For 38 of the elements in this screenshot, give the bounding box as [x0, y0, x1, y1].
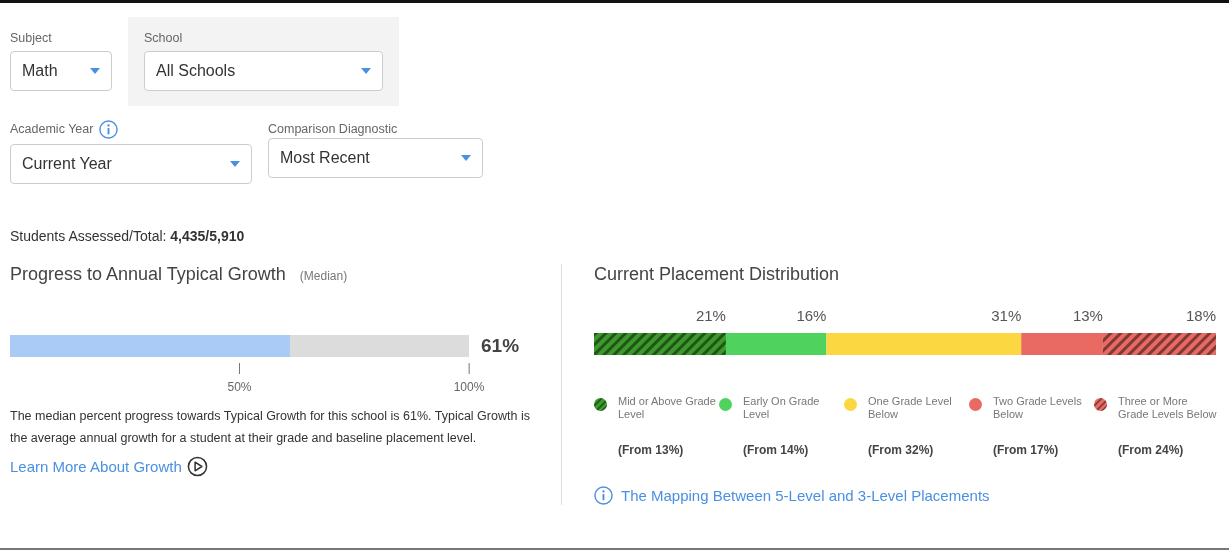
- percent-label: 31%: [991, 307, 1022, 324]
- field-label: Comparison Diagnostic: [268, 122, 398, 136]
- play-icon: [186, 456, 208, 477]
- legend-from-value: (From 32%): [868, 443, 935, 457]
- legend-label: One Grade Level Below: [868, 395, 953, 421]
- percent-label: 18%: [1185, 307, 1216, 324]
- caret-icon: [90, 68, 100, 74]
- info-icon: [594, 486, 613, 505]
- legend-label: Mid or Above Grade Level: [618, 395, 717, 421]
- section-title: Progress to Annual Typical Growth: [10, 264, 286, 285]
- students-assessed-text: Students Assessed/Total: 4,435/5,910: [10, 228, 246, 244]
- legend-from-value: (From 13%): [618, 443, 685, 457]
- legend-label: Early On Grade Level: [743, 395, 821, 421]
- percent-label: 16%: [796, 307, 827, 324]
- dropdown[interactable]: All Schools: [144, 51, 383, 91]
- section-subtitle: (Median): [299, 269, 348, 283]
- info-icon[interactable]: [99, 119, 119, 139]
- percent-label: 13%: [1072, 307, 1103, 324]
- progress-value: 61%: [481, 335, 520, 357]
- legend-from-value: (From 14%): [743, 443, 810, 457]
- dropdown[interactable]: Math: [10, 51, 112, 91]
- tick-label: 100%: [453, 380, 485, 394]
- field-label: Subject: [10, 31, 53, 45]
- caret-icon: [230, 161, 240, 167]
- tick-label: 50%: [227, 380, 252, 394]
- section-title: Current Placement Distribution: [594, 264, 840, 284]
- field-label: Academic Year: [10, 122, 94, 136]
- field-label: School: [144, 31, 184, 45]
- caret-icon: [461, 155, 471, 161]
- dropdown[interactable]: Current Year: [10, 144, 252, 184]
- legend-from-value: (From 24%): [1118, 443, 1185, 457]
- percent-label: 21%: [695, 307, 726, 324]
- caret-icon: [361, 68, 371, 74]
- legend-label: Three or More Grade Levels Below: [1118, 395, 1218, 421]
- dropdown[interactable]: Most Recent: [268, 138, 483, 178]
- legend-from-value: (From 17%): [993, 443, 1060, 457]
- legend-label: Two Grade Levels Below: [993, 395, 1083, 421]
- description-text: The median percent progress towards Typical Growth for this school is 61%. Typical Growth is the average annual growth for a student at their grade and baseline placement level.: [10, 408, 531, 447]
